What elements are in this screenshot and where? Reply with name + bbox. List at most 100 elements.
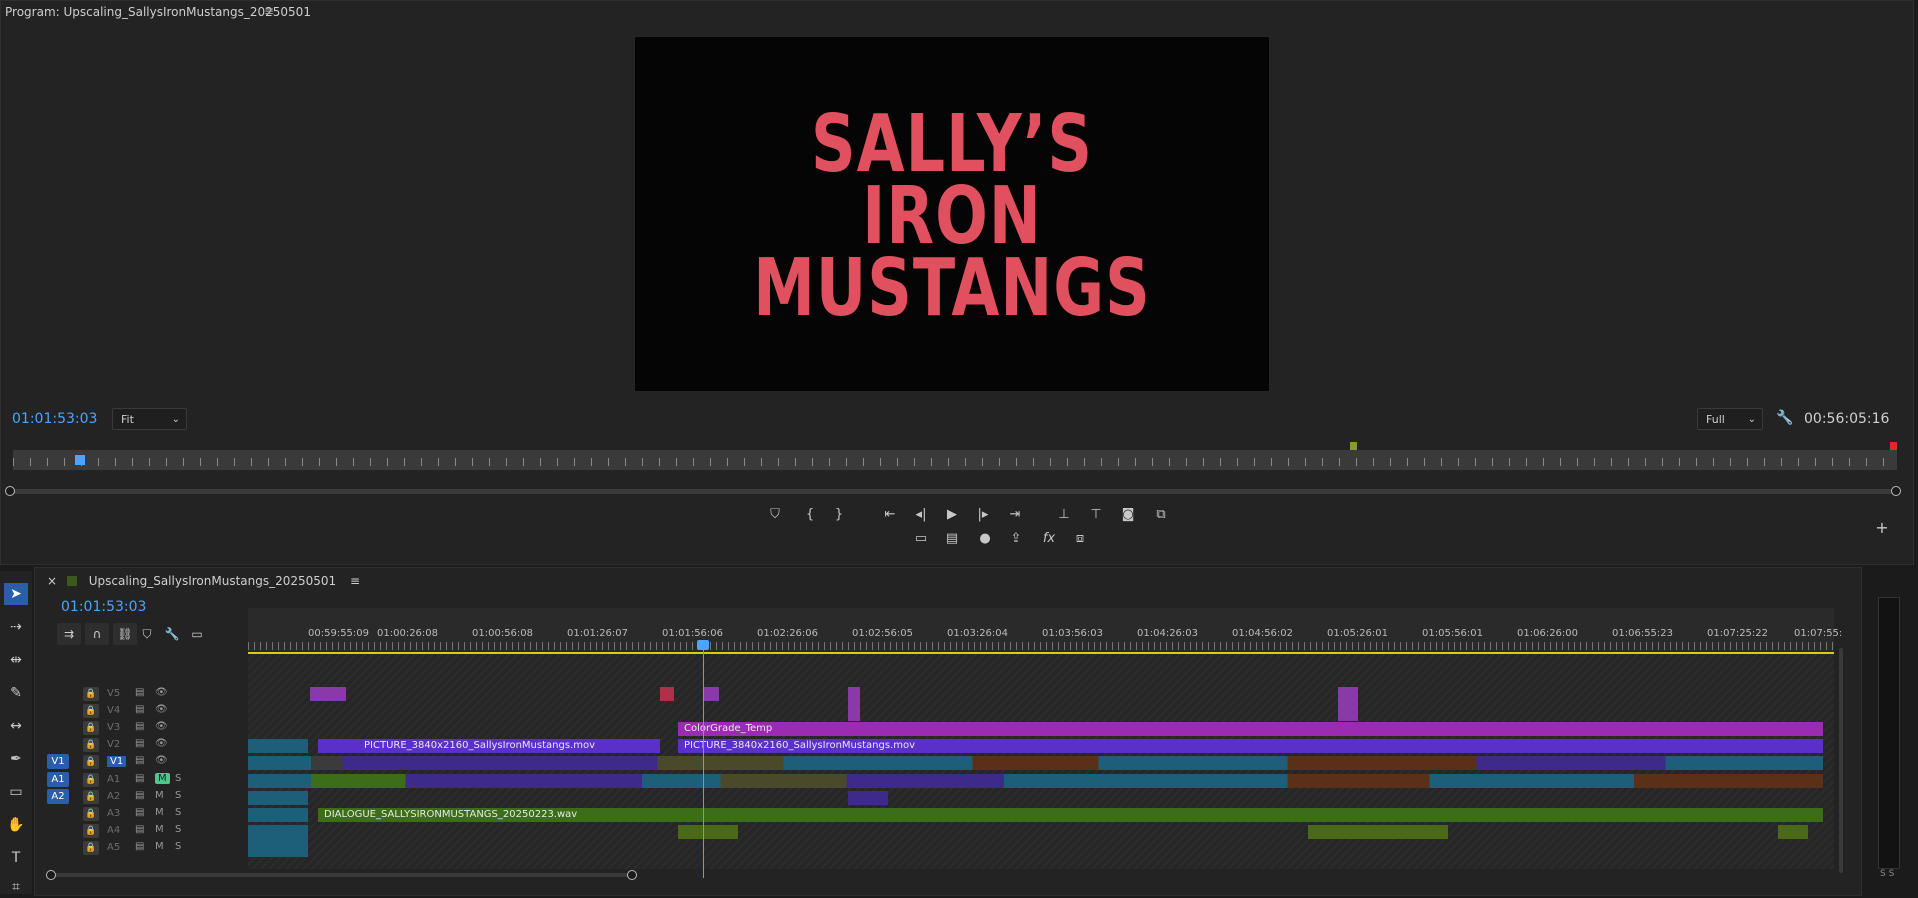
export-frame-icon[interactable]: ◙ xyxy=(1117,507,1139,522)
close-tab-icon[interactable]: × xyxy=(47,574,57,588)
lock-icon[interactable]: 🔒 xyxy=(83,773,99,787)
sync-lock-icon[interactable]: ▤ xyxy=(135,738,144,749)
clip[interactable] xyxy=(1308,825,1448,839)
sync-lock-icon[interactable]: ▤ xyxy=(135,687,144,698)
sync-lock-icon[interactable]: ▤ xyxy=(135,704,144,715)
step-back-icon[interactable]: ◂| xyxy=(910,507,932,522)
clip[interactable] xyxy=(660,687,674,701)
source-patch-v1[interactable]: V1 xyxy=(47,754,69,769)
playback-resolution-select[interactable]: Full ⌄ xyxy=(1697,408,1763,430)
timeline-time-ruler[interactable]: 00:59:55:09 01:00:26:08 01:00:56:08 01:0… xyxy=(248,608,1842,652)
clip[interactable] xyxy=(1778,825,1808,839)
snap-icon[interactable]: ∩ xyxy=(85,623,109,645)
multicam-icon[interactable]: ⧈ xyxy=(1069,531,1091,546)
timeline-horizontal-scrollbar[interactable] xyxy=(50,873,632,877)
ripple-edit-tool-icon[interactable]: ⇹ xyxy=(4,649,28,671)
clip[interactable] xyxy=(848,687,860,721)
go-to-out-icon[interactable]: ⇥ xyxy=(1004,507,1026,522)
track-header-a3[interactable]: 🔒 A3 ▤ M S xyxy=(35,806,247,823)
type-tool-icon[interactable]: T xyxy=(4,847,28,869)
clip[interactable] xyxy=(310,687,346,701)
eye-off-icon[interactable]: 👁 xyxy=(155,755,168,766)
selection-tool-icon[interactable]: ➤ xyxy=(4,583,28,605)
go-to-in-icon[interactable]: ⇤ xyxy=(879,507,901,522)
dialogue-clip[interactable]: DIALOGUE_SALLYSIRONMUSTANGS_20250223.wav xyxy=(318,808,1823,822)
pen-tool-icon[interactable]: ✒ xyxy=(4,748,28,770)
timeline-playhead[interactable] xyxy=(703,646,704,878)
v1-clips[interactable] xyxy=(248,756,1823,770)
eye-icon[interactable]: 👁 xyxy=(155,687,168,698)
mute-button[interactable]: M xyxy=(155,841,164,852)
a1-clips[interactable] xyxy=(248,774,1823,788)
lock-icon[interactable]: 🔒 xyxy=(83,807,99,821)
comparison-view-icon[interactable]: ⧉ xyxy=(1150,507,1172,522)
timeline-tab[interactable]: × Upscaling_SallysIronMustangs_20250501 … xyxy=(47,574,360,588)
sync-lock-icon[interactable]: ▤ xyxy=(135,721,144,732)
lock-icon[interactable]: 🔒 xyxy=(83,824,99,838)
solo-button[interactable]: S xyxy=(175,790,181,801)
proxy-toggle-icon[interactable]: ▤ xyxy=(941,531,963,546)
solo-button[interactable]: S xyxy=(175,773,181,784)
lock-icon[interactable]: 🔒 xyxy=(83,687,99,701)
clip[interactable] xyxy=(1338,687,1358,721)
safe-margins-icon[interactable]: ▭ xyxy=(910,531,932,546)
linked-selection-icon[interactable]: ⛓ xyxy=(113,623,137,645)
timeline-timecode[interactable]: 01:01:53:03 xyxy=(61,599,146,615)
meter-solo-labels[interactable]: S S xyxy=(1880,869,1894,879)
sync-lock-icon[interactable]: ▤ xyxy=(135,755,144,766)
mute-button[interactable]: M xyxy=(155,807,164,818)
track-area[interactable]: ColorGrade_Temp PICTURE_3840x2160_Sallys… xyxy=(248,654,1834,869)
track-header-v3[interactable]: 🔒 V3 ▤ 👁 xyxy=(35,720,247,737)
marker-icon[interactable] xyxy=(1890,442,1897,450)
lift-icon[interactable]: ⊥ xyxy=(1053,507,1075,522)
clip[interactable] xyxy=(248,791,308,805)
track-header-v2[interactable]: 🔒 V2 ▤ 👁 xyxy=(35,737,247,754)
colorgrade-clip[interactable]: ColorGrade_Temp xyxy=(678,722,1823,736)
lock-icon[interactable]: 🔒 xyxy=(83,704,99,718)
clip[interactable] xyxy=(678,825,738,839)
lock-icon[interactable]: 🔒 xyxy=(83,721,99,735)
picture-clip[interactable]: PICTURE_3840x2160_SallysIronMustangs.mov xyxy=(678,739,1823,753)
track-header-a1[interactable]: A1 🔒 A1 ▤ M S xyxy=(35,772,247,789)
razor-tool-icon[interactable]: ✎ xyxy=(4,682,28,704)
scroll-handle-right[interactable] xyxy=(627,870,637,880)
track-header-a5[interactable]: 🔒 A5 ▤ M S xyxy=(35,840,247,857)
fx-icon[interactable]: fx xyxy=(1038,531,1060,546)
source-patch-a1[interactable]: A1 xyxy=(47,772,69,787)
slip-tool-icon[interactable]: ↔ xyxy=(4,715,28,737)
track-header-v4[interactable]: 🔒 V4 ▤ 👁 xyxy=(35,703,247,720)
monitor-time-ruler[interactable] xyxy=(13,442,1897,470)
sync-lock-icon[interactable]: ▤ xyxy=(135,773,144,784)
source-patch-a2[interactable]: A2 xyxy=(47,789,69,804)
mute-button[interactable]: M xyxy=(155,790,164,801)
clip[interactable] xyxy=(248,808,308,822)
mute-button[interactable]: M xyxy=(155,824,164,835)
zoom-level-select[interactable]: Fit ⌄ xyxy=(112,408,187,430)
timeline-vertical-scrollbar[interactable] xyxy=(1839,648,1843,873)
mark-out-icon[interactable]: } xyxy=(828,507,850,522)
timeline-settings-icon[interactable]: 🔧 xyxy=(160,623,184,645)
scroll-handle-left[interactable] xyxy=(46,870,56,880)
lock-icon[interactable]: 🔒 xyxy=(83,738,99,752)
panel-menu-icon[interactable]: ≡ xyxy=(350,574,360,588)
settings-wrench-icon[interactable]: 🔧 xyxy=(1776,410,1793,426)
lock-icon[interactable]: 🔒 xyxy=(83,755,99,769)
add-marker-icon[interactable]: ⛉ xyxy=(135,623,159,645)
caption-tool-icon[interactable]: ⌗ xyxy=(4,876,28,898)
track-header-v1[interactable]: V1 🔒 V1 ▤ 👁 xyxy=(35,754,247,771)
export-icon[interactable]: ⇪ xyxy=(1005,531,1027,546)
monitor-zoom-scrollbar[interactable] xyxy=(11,489,1897,494)
sync-lock-icon[interactable]: ▤ xyxy=(135,824,144,835)
lock-icon[interactable]: 🔒 xyxy=(83,790,99,804)
clip[interactable] xyxy=(248,739,308,753)
eye-icon[interactable]: 👁 xyxy=(155,704,168,715)
nest-toggle-icon[interactable]: ⇉ xyxy=(57,623,81,645)
add-marker-icon[interactable]: ⛉ xyxy=(764,507,786,522)
track-name[interactable]: V1 xyxy=(107,756,127,767)
track-header-a4[interactable]: 🔒 A4 ▤ M S xyxy=(35,823,247,840)
scroll-handle-left[interactable] xyxy=(5,486,15,496)
marker-icon[interactable] xyxy=(1350,442,1357,450)
eye-icon[interactable]: 👁 xyxy=(155,738,168,749)
clip[interactable] xyxy=(703,687,719,701)
hand-tool-icon[interactable]: ✋ xyxy=(4,814,28,836)
